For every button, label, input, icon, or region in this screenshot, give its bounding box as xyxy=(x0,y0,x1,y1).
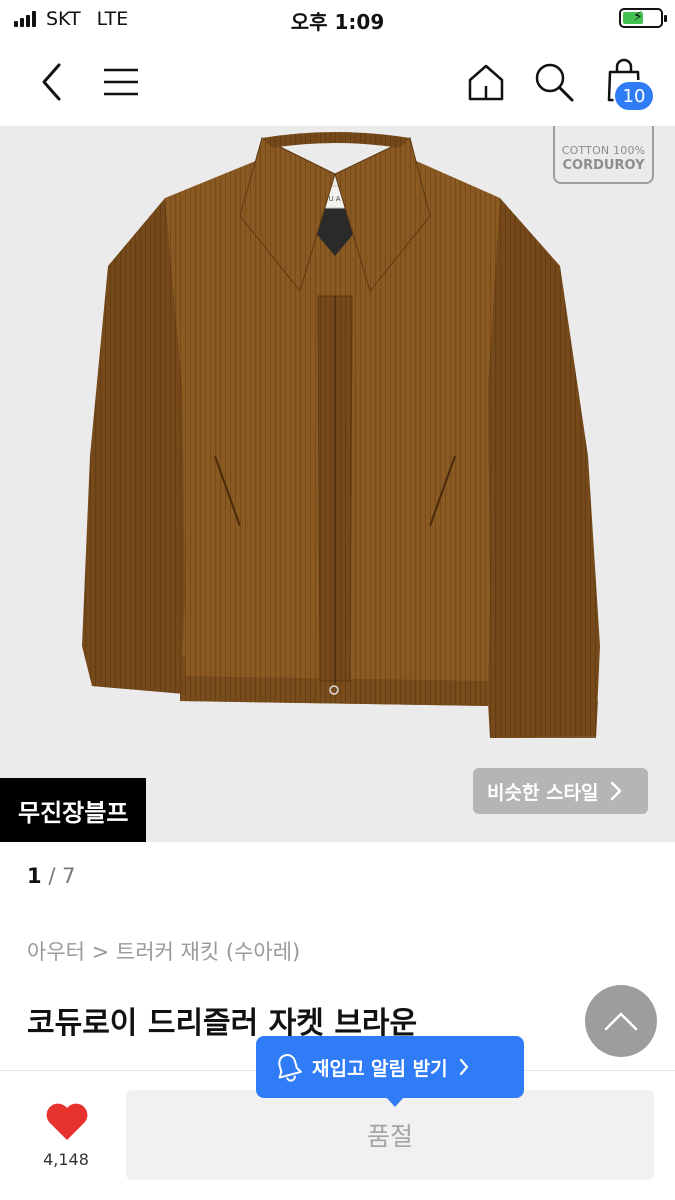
status-time: 오후 1:09 xyxy=(290,10,385,34)
restock-alert-label: 재입고 알림 받기 xyxy=(312,1057,448,1080)
heart-icon xyxy=(46,1103,88,1140)
nav-bar xyxy=(0,40,675,126)
breadcrumb[interactable]: 아우터 > 트러커 재킷 (수아레) xyxy=(27,936,300,966)
hamburger-icon[interactable] xyxy=(100,62,142,102)
product-image[interactable]: SUARE COTTON 100% CORDUROY xyxy=(0,126,675,842)
similar-style-label: 비슷한 스타일 xyxy=(487,781,599,804)
search-icon[interactable] xyxy=(532,60,576,104)
cotton-corduroy-tag: COTTON 100% CORDUROY xyxy=(553,126,654,184)
pager-total: / 7 xyxy=(48,864,76,888)
promo-brand-label: 무진장블프 xyxy=(0,778,147,842)
image-pager: 1 / 7 xyxy=(27,864,75,888)
battery-icon: ⚡ xyxy=(619,8,667,28)
home-icon[interactable] xyxy=(464,60,508,104)
like-count: 4,148 xyxy=(43,1150,89,1169)
like-button[interactable] xyxy=(44,1100,90,1144)
chevron-up-icon xyxy=(604,1012,638,1031)
pager-current: 1 xyxy=(27,864,42,888)
status-bar: SKT LTE 오후 1:09 ⚡ xyxy=(0,0,675,40)
chevron-right-icon xyxy=(459,1058,468,1076)
chevron-right-icon xyxy=(610,781,621,801)
back-icon[interactable] xyxy=(32,58,72,106)
cotton-tag-line2: CORDUROY xyxy=(562,158,645,173)
cart-count-badge[interactable]: 10 xyxy=(613,80,655,112)
jacket-illustration: SUARE xyxy=(82,132,600,738)
restock-alert-button[interactable]: 재입고 알림 받기 xyxy=(256,1036,524,1107)
cotton-tag-line1: COTTON 100% xyxy=(561,144,646,157)
bell-icon xyxy=(278,1054,302,1082)
scroll-top-button[interactable] xyxy=(585,985,657,1057)
similar-style-button[interactable]: 비슷한 스타일 xyxy=(473,768,648,814)
